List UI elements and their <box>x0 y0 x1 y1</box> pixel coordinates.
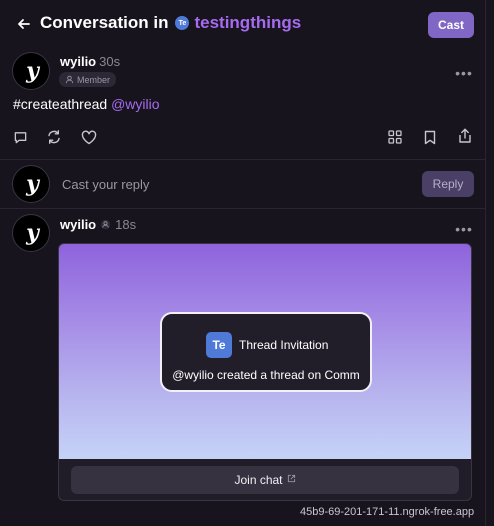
heart-icon[interactable] <box>81 129 97 145</box>
invite-title: Thread Invitation <box>239 338 329 352</box>
cast-time: 30s <box>99 54 121 69</box>
invite-avatar: Te <box>206 332 232 358</box>
reply-author: wyilio 18s <box>60 217 136 232</box>
reply-input[interactable] <box>62 176 362 192</box>
more-horizontal-icon[interactable]: ••• <box>454 222 474 236</box>
invite-card: Te Thread Invitation @wyilio created a t… <box>160 312 372 392</box>
cast-mention[interactable]: @wyilio <box>111 96 159 112</box>
title-prefix: Conversation in <box>40 13 169 32</box>
composer-avatar: y <box>12 165 50 203</box>
join-chat-label: Join chat <box>234 473 283 487</box>
reply-author-name[interactable]: wyilio <box>60 217 96 232</box>
member-icon <box>65 75 74 84</box>
join-chat-button[interactable]: Join chat <box>71 466 459 494</box>
thread-invitation-embed: Te Thread Invitation @wyilio created a t… <box>58 243 472 501</box>
cast-author: wyilio 30s <box>60 54 120 69</box>
cast-text: #createathread @wyilio <box>13 96 160 112</box>
comment-icon[interactable] <box>12 129 28 145</box>
grid-icon[interactable] <box>387 129 403 145</box>
avatar[interactable]: y <box>12 52 50 90</box>
author-name[interactable]: wyilio <box>60 54 96 69</box>
share-icon[interactable] <box>457 128 473 144</box>
conversation-header: Conversation in Te testingthings Cast <box>0 0 486 48</box>
cast-button[interactable]: Cast <box>428 12 474 38</box>
reply-button[interactable]: Reply <box>422 171 474 197</box>
member-badge: Member <box>59 72 117 87</box>
external-link-icon <box>287 474 296 486</box>
divider <box>0 208 486 209</box>
more-horizontal-icon[interactable]: ••• <box>454 66 474 80</box>
bookmark-icon[interactable] <box>422 129 438 145</box>
divider <box>0 159 486 160</box>
conversation-panel: Conversation in Te testingthings Cast y … <box>0 0 486 526</box>
member-icon <box>100 219 111 230</box>
invite-description: @wyilio created a thread on Comm <box>172 368 360 382</box>
cast-hashtag: #createathread <box>13 96 108 112</box>
reply-avatar[interactable]: y <box>12 214 50 252</box>
reply-time: 18s <box>115 217 137 232</box>
channel-badge: Te <box>175 16 190 30</box>
channel-link[interactable]: testingthings <box>194 13 301 33</box>
embed-image[interactable]: Te Thread Invitation @wyilio created a t… <box>59 244 471 459</box>
recast-icon[interactable] <box>46 129 62 145</box>
member-badge-label: Member <box>77 74 111 85</box>
page-title: Conversation in Te testingthings <box>40 13 301 33</box>
back-arrow-icon[interactable] <box>14 14 34 34</box>
status-url: 45b9-69-201-171-11.ngrok-free.app <box>300 506 475 518</box>
